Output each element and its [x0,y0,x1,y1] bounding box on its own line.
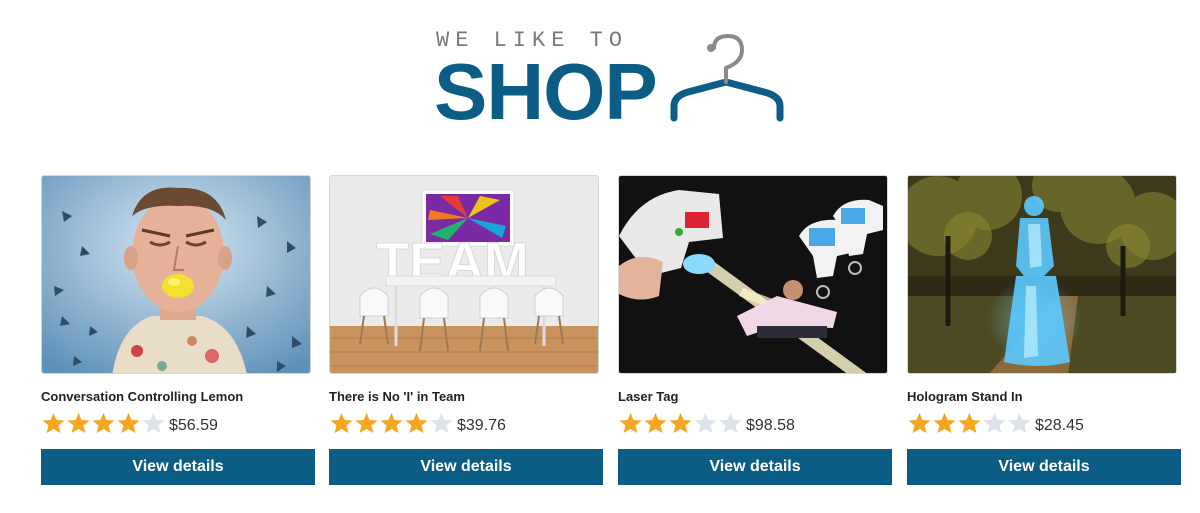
product-image[interactable] [907,175,1177,374]
view-details-button[interactable]: View details [618,449,892,485]
star-filled-icon [355,413,378,433]
hologram-woman-park-image [908,176,1176,373]
product-rating: $39.76 [329,410,603,436]
star-filled-icon [933,413,956,433]
star-filled-icon [330,413,353,433]
star-filled-icon [67,413,90,433]
product-card: Hologram Stand In $28.45 View details [907,175,1181,485]
hanger-icon [670,33,784,122]
star-filled-icon [908,413,931,433]
site-logo[interactable]: WE LIKE TO SHOP [434,28,794,132]
star-filled-icon [117,413,140,433]
product-card: Laser Tag $98.58 View details [618,175,892,485]
view-details-button[interactable]: View details [41,449,315,485]
star-filled-icon [405,413,428,433]
star-empty-icon [983,413,1006,433]
man-biting-lemon-image [42,176,310,373]
star-filled-icon [42,413,65,433]
product-name[interactable]: Conversation Controlling Lemon [41,389,315,404]
view-details-button[interactable]: View details [907,449,1181,485]
product-name[interactable]: Laser Tag [618,389,892,404]
star-empty-icon [1008,413,1031,433]
product-rating: $98.58 [618,410,892,436]
star-empty-icon [430,413,453,433]
product-rating: $56.59 [41,410,315,436]
star-empty-icon [719,413,742,433]
logo-word: SHOP [434,47,658,136]
star-filled-icon [958,413,981,433]
laser-tag-guns-image [619,176,887,373]
star-filled-icon [669,413,692,433]
star-empty-icon [142,413,165,433]
product-price: $28.45 [1035,417,1084,434]
product-name[interactable]: Hologram Stand In [907,389,1181,404]
star-filled-icon [644,413,667,433]
star-filled-icon [92,413,115,433]
product-card: TEAM There is No 'I' in Team $39.76 View… [329,175,603,485]
product-name[interactable]: There is No 'I' in Team [329,389,603,404]
product-rating: $28.45 [907,410,1181,436]
product-image[interactable]: TEAM [329,175,599,374]
star-filled-icon [619,413,642,433]
product-card: Conversation Controlling Lemon $56.59 Vi… [41,175,315,485]
star-empty-icon [694,413,717,433]
product-price: $39.76 [457,417,506,434]
product-image[interactable] [618,175,888,374]
product-price: $98.58 [746,417,795,434]
view-details-button[interactable]: View details [329,449,603,485]
product-price: $56.59 [169,417,218,434]
product-image[interactable] [41,175,311,374]
team-meeting-room-image: TEAM [330,176,598,373]
star-filled-icon [380,413,403,433]
